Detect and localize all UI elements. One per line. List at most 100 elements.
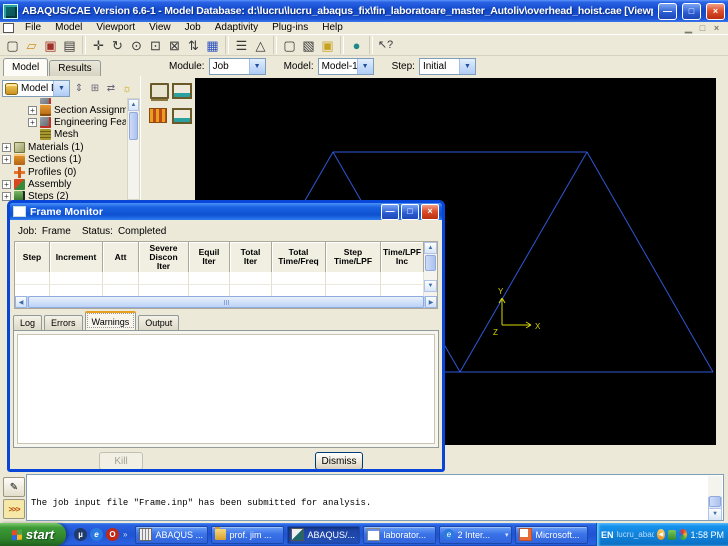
minimize-button[interactable]: —: [658, 3, 677, 20]
mdi-minimize-button[interactable]: ▁: [683, 23, 694, 34]
task-button-internet-group[interactable]: e 2 Inter... ▾: [439, 526, 512, 544]
table-vertical-scrollbar[interactable]: ▲ ▼: [424, 242, 437, 296]
menu-file[interactable]: File: [18, 22, 48, 34]
scroll-down-icon[interactable]: ▼: [424, 280, 437, 292]
model-select[interactable]: Model-1 ▼: [318, 58, 374, 75]
step-select[interactable]: Initial ▼: [419, 58, 476, 75]
hints-bulb-icon[interactable]: ☼: [120, 81, 134, 96]
edit-job-icon[interactable]: [171, 106, 193, 125]
language-indicator[interactable]: EN: [601, 530, 614, 540]
menu-help[interactable]: Help: [315, 22, 350, 34]
tab-model[interactable]: Model: [3, 58, 48, 76]
tab-warnings[interactable]: Warnings: [85, 311, 137, 330]
context-help-icon[interactable]: ↖?: [376, 36, 395, 55]
dialog-maximize-button[interactable]: □: [401, 204, 419, 220]
mdi-close-button[interactable]: ×: [711, 23, 722, 34]
zoom-region-icon[interactable]: ⊡: [146, 36, 165, 55]
menu-viewport[interactable]: Viewport: [89, 22, 142, 34]
tray-app-icon[interactable]: [668, 530, 676, 540]
tab-output[interactable]: Output: [138, 315, 179, 330]
open-file-icon[interactable]: ▱: [22, 36, 41, 55]
tree-item-sections[interactable]: + Sections (1): [2, 154, 126, 166]
scrollbar-thumb[interactable]: [425, 255, 436, 271]
rotate-icon[interactable]: ↻: [108, 36, 127, 55]
render-sphere-icon[interactable]: ●: [347, 36, 366, 55]
internet-explorer-icon[interactable]: e: [90, 528, 103, 541]
message-scrollbar[interactable]: ▲ ▼: [708, 476, 722, 521]
message-log-icon[interactable]: ✎: [3, 477, 25, 497]
tab-results[interactable]: Results: [49, 60, 100, 76]
tree-item-section-assignments[interactable]: + Section Assignm: [2, 104, 126, 116]
scrollbar-thumb[interactable]: [129, 112, 138, 140]
kill-button[interactable]: Kill: [99, 452, 143, 470]
tree-source-select[interactable]: Model Datab ▼: [2, 80, 70, 97]
opera-icon[interactable]: O: [106, 528, 119, 541]
axis-triad: [499, 298, 531, 328]
module-select[interactable]: Job ▼: [209, 58, 266, 75]
scrollbar-thumb[interactable]: [28, 296, 424, 308]
shaded-view-icon[interactable]: ▣: [318, 36, 337, 55]
save-icon[interactable]: ▣: [41, 36, 60, 55]
task-button-abaqus-docs[interactable]: ABAQUS ...: [135, 526, 208, 544]
mdi-restore-button[interactable]: □: [697, 23, 708, 34]
view-table-icon[interactable]: ▦: [203, 36, 222, 55]
dismiss-button[interactable]: Dismiss: [315, 452, 363, 470]
fit-view-icon[interactable]: ⊠: [165, 36, 184, 55]
render-beam-icon[interactable]: ☰: [232, 36, 251, 55]
create-job-icon[interactable]: [171, 81, 193, 100]
magnify-icon[interactable]: ⊙: [127, 36, 146, 55]
module-label: Module:: [169, 61, 205, 72]
dialog-close-button[interactable]: ×: [421, 204, 439, 220]
job-manager-icon[interactable]: [148, 81, 170, 100]
tree-item-profiles[interactable]: Profiles (0): [2, 166, 126, 178]
task-button-abaqus-cae[interactable]: ABAQUS/...: [287, 526, 360, 544]
tab-log[interactable]: Log: [13, 315, 42, 330]
tray-browser-icon[interactable]: [679, 529, 688, 540]
menu-adaptivity[interactable]: Adaptivity: [208, 22, 265, 34]
task-button-laborator-doc[interactable]: laborator...: [363, 526, 436, 544]
menu-view[interactable]: View: [142, 22, 178, 34]
utorrent-icon[interactable]: µ: [74, 528, 87, 541]
hidden-line-view-icon[interactable]: ▧: [299, 36, 318, 55]
hide-icons-chevron-icon[interactable]: ◀: [657, 529, 666, 540]
group-chevron-icon[interactable]: ▾: [505, 531, 509, 539]
scroll-down-icon[interactable]: ▼: [708, 508, 722, 521]
menu-job[interactable]: Job: [178, 22, 208, 34]
message-log[interactable]: The job input file "Frame.inp" has been …: [26, 474, 724, 521]
table-horizontal-scrollbar[interactable]: ◀ ▶: [15, 296, 437, 308]
restore-button[interactable]: □: [682, 3, 701, 20]
tab-errors[interactable]: Errors: [44, 315, 83, 330]
task-button-folder[interactable]: prof. jim ...: [211, 526, 284, 544]
scale-view-icon[interactable]: ⇅: [184, 36, 203, 55]
sort-arrows-icon[interactable]: ⇕: [72, 81, 86, 96]
monitor-table: Step Increment Att Severe Discon Iter Eq…: [14, 241, 438, 309]
quick-launch-overflow-icon[interactable]: »: [123, 530, 127, 539]
adaptivity-manager-icon[interactable]: [147, 106, 169, 125]
scrollbar-thumb[interactable]: [709, 496, 721, 507]
wireframe-view-icon[interactable]: ▢: [280, 36, 299, 55]
expand-all-icon[interactable]: ⊞: [88, 81, 102, 96]
scroll-up-icon[interactable]: ▲: [128, 99, 139, 111]
start-button[interactable]: start: [0, 523, 66, 546]
scroll-left-icon[interactable]: ◀: [15, 296, 27, 308]
dialog-minimize-button[interactable]: —: [381, 204, 399, 220]
task-button-powerpoint[interactable]: Microsoft...: [515, 526, 588, 544]
tree-item-materials[interactable]: + Materials (1): [2, 141, 126, 153]
scroll-up-icon[interactable]: ▲: [424, 242, 437, 254]
menu-plugins[interactable]: Plug-ins: [265, 22, 315, 34]
annotate-icon[interactable]: △: [251, 36, 270, 55]
dialog-titlebar[interactable]: Frame Monitor — □ ×: [10, 203, 442, 220]
scroll-right-icon[interactable]: ▶: [425, 296, 437, 308]
close-button[interactable]: ×: [706, 3, 725, 20]
new-file-icon[interactable]: ▢: [3, 36, 22, 55]
menu-model[interactable]: Model: [48, 22, 89, 34]
tree-item-engineering-features[interactable]: + Engineering Fea: [2, 116, 126, 128]
pan-icon[interactable]: ✛: [89, 36, 108, 55]
command-prompt-icon[interactable]: >>>: [3, 499, 25, 519]
mdi-document-icon[interactable]: [3, 23, 14, 33]
print-icon[interactable]: ▤: [60, 36, 79, 55]
tree-item-assembly[interactable]: + Assembly: [2, 178, 126, 190]
link-objects-icon[interactable]: ⇄: [104, 81, 118, 96]
tree-item-mesh[interactable]: Mesh: [2, 129, 126, 141]
tree-scrollbar[interactable]: ▲: [127, 98, 140, 200]
